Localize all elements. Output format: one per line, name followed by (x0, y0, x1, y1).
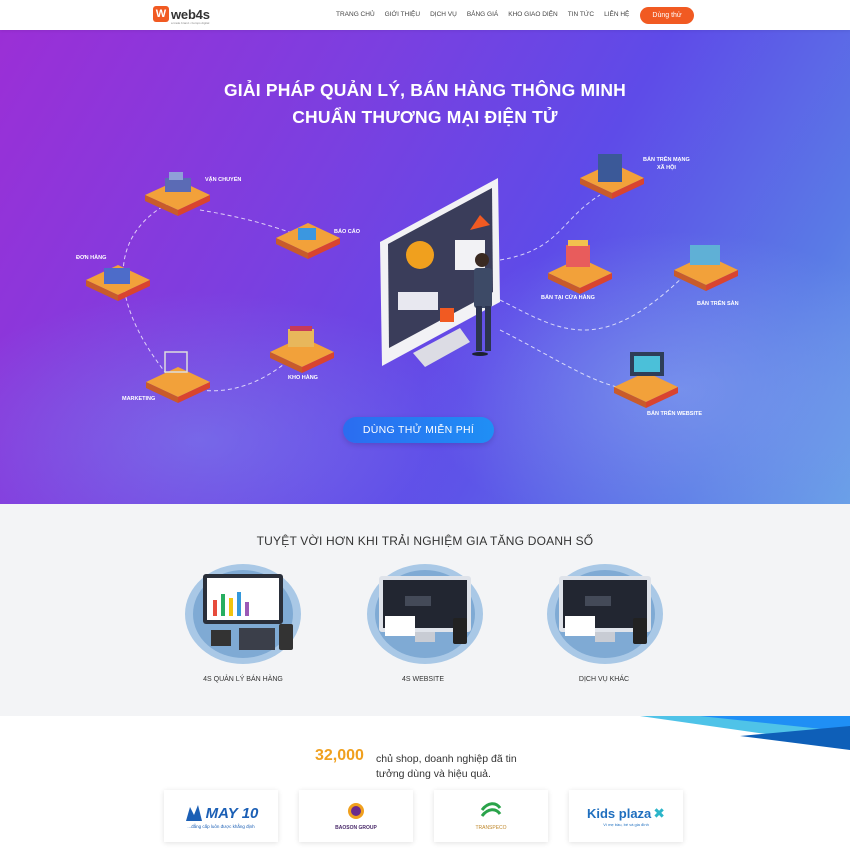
features-title: TUYỆT VỜI HƠN KHI TRẢI NGHIỆM GIA TĂNG D… (256, 534, 594, 548)
partner-may10[interactable]: MAY 10 ...đẳng cấp luôn được khẳng định (164, 790, 278, 842)
partner-kidsplaza[interactable]: Kids plaza ✖ Vì mẹ bầu, bé và gia đình (569, 790, 683, 842)
site-header: W web4s a trade brand • bumps digital TR… (0, 0, 850, 30)
transpeco-name: TRANSPECO (475, 824, 507, 831)
features-section: TUYỆT VỜI HƠN KHI TRẢI NGHIỆM GIA TĂNG D… (0, 504, 850, 716)
landing-page: W web4s a trade brand • bumps digital TR… (0, 0, 850, 850)
label-mang-xa-hoi-1: BÁN TRÊN MẠNG (643, 157, 690, 163)
customer-count-text: chủ shop, doanh nghiệp đã tin tưởng dùng… (376, 753, 517, 780)
nav-item-services[interactable]: DỊCH VỤ (430, 11, 457, 18)
tile-mang-xa-hoi (580, 154, 644, 199)
tile-kho-hang (270, 326, 334, 373)
label-san: BÁN TRÊN SÀN (697, 301, 739, 307)
nav-item-about[interactable]: GIỚI THIỆU (385, 11, 420, 18)
baoson-name: BAOSON GROUP (335, 824, 377, 831)
logo[interactable]: W web4s a trade brand • bumps digital (153, 6, 210, 25)
partner-baoson[interactable]: BAOSON GROUP (299, 790, 413, 842)
free-trial-button[interactable]: DÙNG THỬ MIỄN PHÍ (343, 417, 494, 443)
label-mang-xa-hoi-2: XÃ HỘI (657, 165, 676, 171)
logo-tagline: a trade brand • bumps digital (171, 21, 210, 25)
logo-text: web4s (171, 6, 210, 22)
tile-cua-hang (548, 240, 612, 294)
feature-label-other: DỊCH VỤ KHÁC (578, 676, 630, 683)
kidsplaza-star-icon: ✖ (653, 805, 666, 821)
label-marketing: MARKETING (122, 396, 156, 402)
trust-section: 32,000 chủ shop, doanh nghiệp đã tin tưở… (0, 716, 850, 850)
tile-marketing (146, 351, 210, 403)
may10-tagline: ...đẳng cấp luôn được khẳng định (187, 824, 255, 829)
nav-item-pricing[interactable]: BẢNG GIÁ (467, 11, 498, 18)
tile-san (674, 245, 738, 291)
label-kho-hang: KHO HÀNG (288, 375, 318, 381)
other-services-illustration (547, 564, 663, 664)
label-van-chuyen: VẬN CHUYỂN (205, 177, 242, 183)
may10-logo-icon (185, 805, 202, 821)
baoson-logo-icon (347, 802, 364, 819)
nav-item-news[interactable]: TIN TỨC (568, 11, 594, 18)
partner-transpeco[interactable]: TRANSPECO (434, 790, 548, 842)
nav-item-themes[interactable]: KHO GIAO DIỆN (508, 11, 557, 18)
trial-button[interactable]: Dùng thử (640, 7, 694, 24)
logo-mark-icon: W (153, 6, 169, 22)
feature-sales-management[interactable] (183, 558, 303, 675)
kidsplaza-name: Kids plaza (586, 806, 652, 821)
label-bao-cao: BÁO CÁO (334, 229, 360, 235)
sales-management-illustration (185, 564, 301, 664)
label-cua-hang: BÁN TẠI CỬA HÀNG (541, 295, 595, 301)
kidsplaza-tagline: Vì mẹ bầu, bé và gia đình (603, 822, 649, 827)
main-nav: TRANG CHỦ GIỚI THIỆU DỊCH VỤ BẢNG GIÁ KH… (336, 11, 629, 18)
nav-item-contact[interactable]: LIÊN HỆ (604, 11, 629, 18)
hero-section: GIẢI PHÁP QUẢN LÝ, BÁN HÀNG THÔNG MINH C… (0, 30, 850, 504)
label-website: BÁN TRÊN WEBSITE (647, 411, 702, 417)
feature-other-services[interactable] (545, 558, 665, 675)
website-illustration (367, 564, 483, 664)
tile-website (614, 352, 678, 408)
decorative-shapes (640, 716, 850, 750)
may10-name: MAY 10 (205, 804, 259, 822)
tile-van-chuyen (145, 172, 210, 216)
feature-label-website: 4S WEBSITE (401, 676, 444, 683)
customer-count: 32,000 (315, 747, 364, 764)
transpeco-logo-icon (480, 801, 502, 817)
feature-website[interactable] (365, 558, 485, 675)
label-don-hang: ĐƠN HÀNG (76, 255, 107, 261)
feature-label-sales: 4S QUẢN LÝ BÁN HÀNG (203, 676, 283, 683)
tile-don-hang (86, 265, 150, 301)
nav-item-home[interactable]: TRANG CHỦ (336, 11, 375, 18)
tile-bao-cao (276, 223, 340, 259)
